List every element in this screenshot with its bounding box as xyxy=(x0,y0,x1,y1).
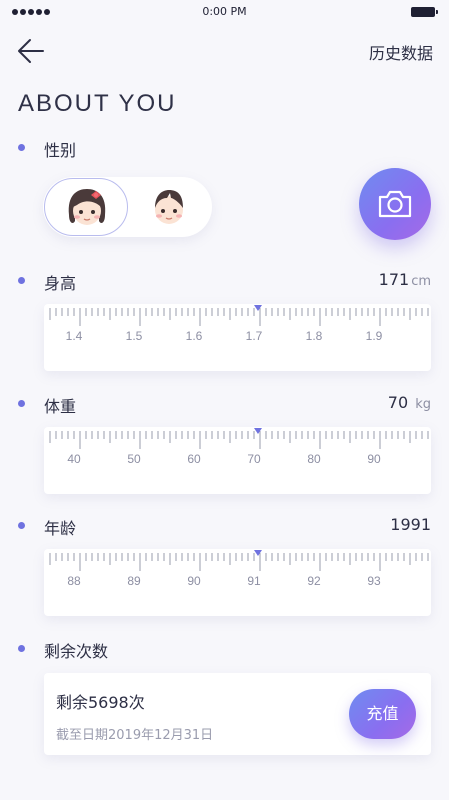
height-unit: cm xyxy=(411,274,431,289)
gender-toggle xyxy=(43,177,212,237)
age-ruler-scale: 88 89 90 91 92 93 xyxy=(49,550,429,588)
camera-icon xyxy=(378,190,412,218)
height-ruler-scale: 1.4 1.5 1.6 1.7 1.8 1.9 xyxy=(49,305,429,343)
section-bullet xyxy=(18,400,25,407)
ruler-tick-label: 89 xyxy=(127,574,141,588)
height-value: 171 cm xyxy=(379,270,431,289)
gender-option-boy[interactable] xyxy=(127,178,211,236)
back-button[interactable] xyxy=(16,36,46,66)
ruler-marker-icon xyxy=(254,305,262,311)
ruler-tick-label: 88 xyxy=(67,574,81,588)
boy-avatar-icon xyxy=(155,190,183,224)
section-bullet xyxy=(18,645,25,652)
weight-value: 70 kg xyxy=(388,393,431,412)
weight-ruler[interactable]: 40 50 60 70 80 90 xyxy=(44,427,431,494)
ruler-tick-label: 90 xyxy=(367,452,381,466)
ruler-tick-label: 1.6 xyxy=(186,329,203,343)
height-number: 171 xyxy=(378,270,410,289)
gender-label: 性别 xyxy=(44,141,77,160)
weight-unit: kg xyxy=(415,397,431,412)
recharge-button[interactable]: 充值 xyxy=(349,689,416,739)
status-bar: 0:00 PM xyxy=(0,0,449,24)
ruler-marker-icon xyxy=(254,428,262,434)
status-time: 0:00 PM xyxy=(202,5,247,18)
ruler-tick-label: 40 xyxy=(67,452,81,466)
girl-avatar-icon xyxy=(68,189,106,225)
history-data-link[interactable]: 历史数据 xyxy=(369,40,433,64)
ruler-tick-label: 1.5 xyxy=(126,329,143,343)
ruler-tick-label: 60 xyxy=(187,452,201,466)
age-value: 1991 xyxy=(390,515,431,534)
weight-label: 体重 xyxy=(44,397,77,416)
age-label: 年龄 xyxy=(44,519,77,538)
remaining-label: 剩余次数 xyxy=(44,642,109,661)
ruler-tick-label: 1.9 xyxy=(366,329,383,343)
ruler-tick-label: 1.4 xyxy=(66,329,83,343)
page-title: ABOUT YOU xyxy=(18,90,177,117)
ruler-tick-label: 1.8 xyxy=(306,329,323,343)
weight-ruler-scale: 40 50 60 70 80 90 xyxy=(49,428,429,466)
ruler-tick-label: 90 xyxy=(187,574,201,588)
ruler-tick-label: 92 xyxy=(307,574,321,588)
section-bullet xyxy=(18,144,25,151)
ruler-tick-label: 50 xyxy=(127,452,141,466)
weight-number: 70 xyxy=(387,393,409,412)
height-label: 身高 xyxy=(44,274,77,293)
section-bullet xyxy=(18,522,25,529)
arrow-left-icon xyxy=(18,39,44,63)
expiry-date: 截至日期2019年12月31日 xyxy=(56,728,214,743)
ruler-tick-label: 93 xyxy=(367,574,381,588)
battery-icon xyxy=(411,7,438,17)
ruler-tick-label: 1.7 xyxy=(246,329,263,343)
ruler-marker-icon xyxy=(254,550,262,556)
camera-button[interactable] xyxy=(359,168,431,240)
remaining-card: 剩余5698次 截至日期2019年12月31日 充值 xyxy=(44,673,431,755)
ruler-tick-label: 91 xyxy=(247,574,261,588)
age-ruler[interactable]: 88 89 90 91 92 93 xyxy=(44,549,431,616)
gender-option-girl[interactable] xyxy=(44,178,128,236)
section-bullet xyxy=(18,277,25,284)
ruler-tick-label: 70 xyxy=(247,452,261,466)
height-ruler[interactable]: 1.4 1.5 1.6 1.7 1.8 1.9 xyxy=(44,304,431,371)
ruler-tick-label: 80 xyxy=(307,452,321,466)
remaining-count: 剩余5698次 xyxy=(56,693,145,712)
